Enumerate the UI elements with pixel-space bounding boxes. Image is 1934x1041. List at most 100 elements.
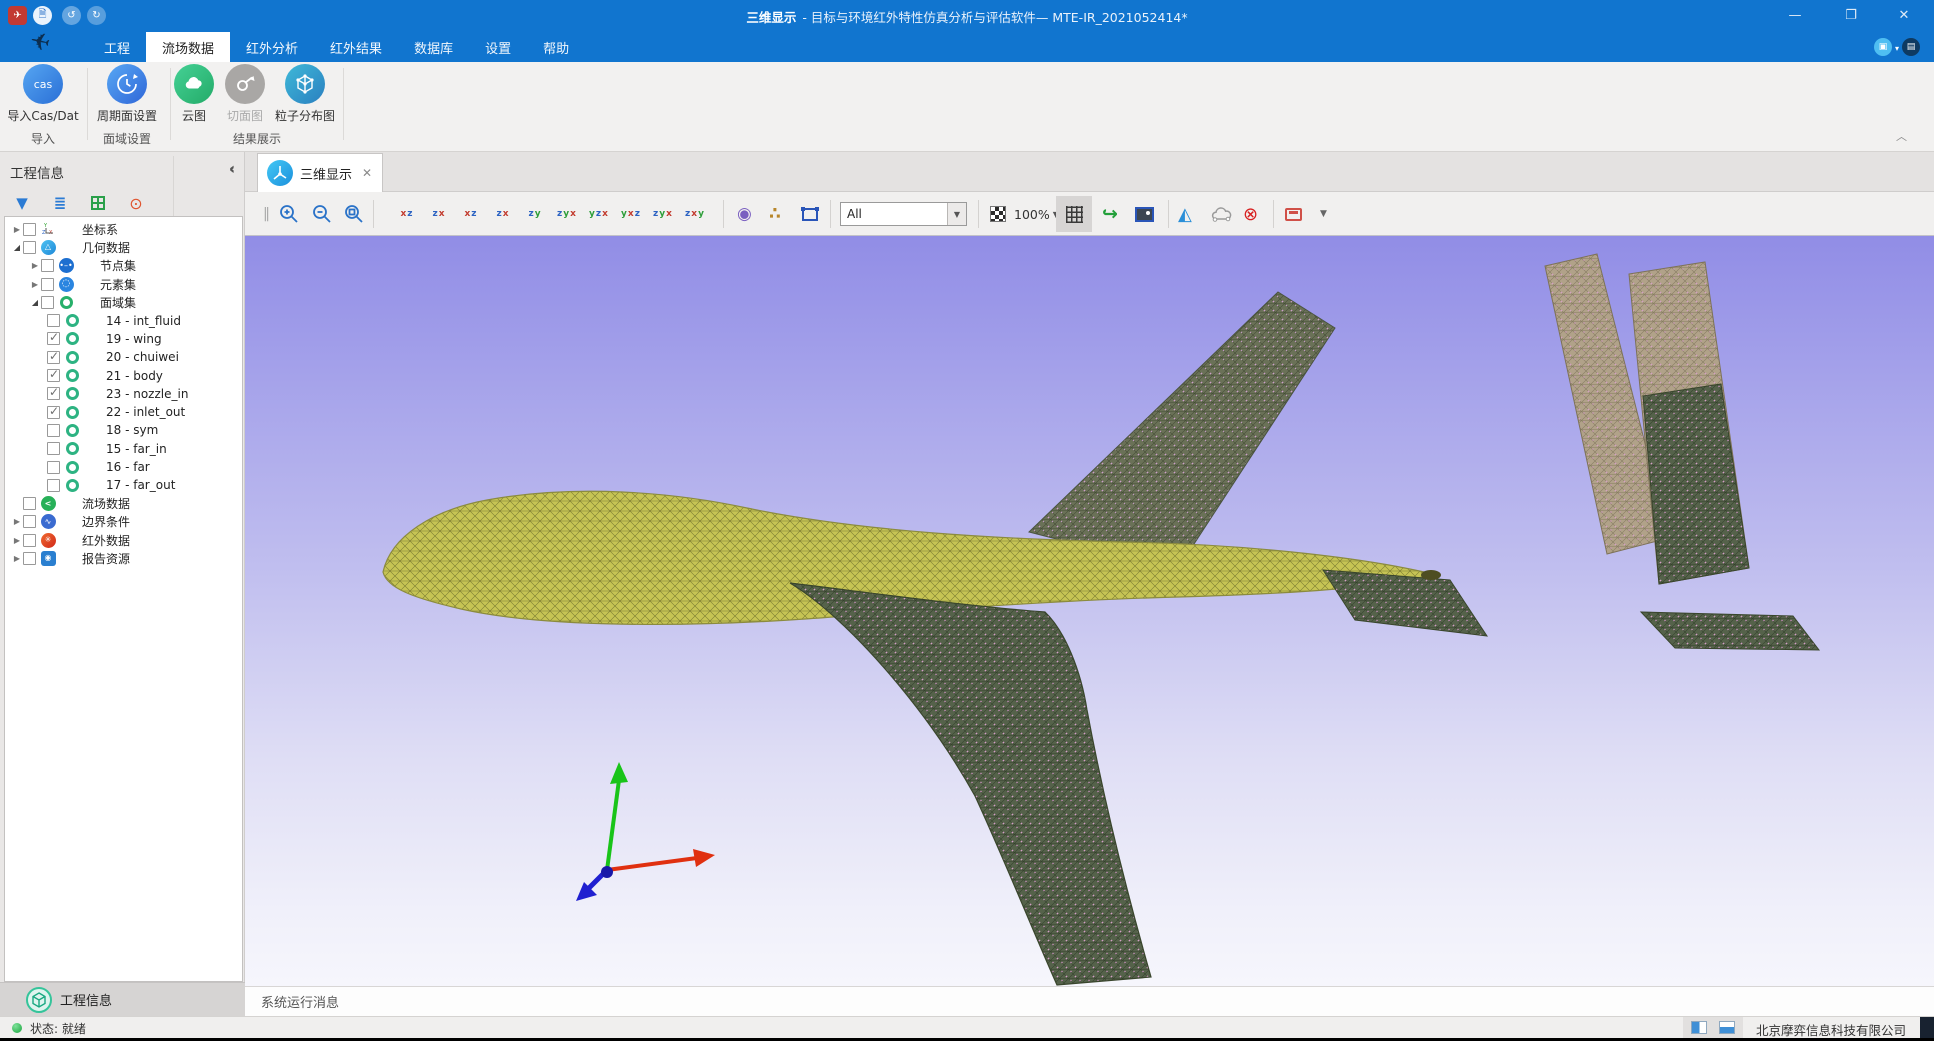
list-view-icon[interactable]: ≣ (48, 192, 72, 214)
box-select-icon[interactable] (802, 200, 818, 228)
particles-icon[interactable]: ∴ (769, 200, 781, 228)
contour-map-button[interactable]: 云图 (168, 64, 220, 124)
expander-icon[interactable]: ▶ (29, 280, 41, 289)
checkbox[interactable] (23, 497, 36, 510)
tree-item-geometry-data[interactable]: ◢ △ 几何数据 (5, 238, 242, 256)
toolbar-drag-handle[interactable]: ‖ (263, 200, 270, 228)
tree-item-far[interactable]: 16 - far (5, 458, 242, 476)
chevron-down-icon[interactable]: ▾ (1895, 44, 1899, 62)
expander-icon[interactable]: ◢ (29, 298, 41, 307)
filter-icon[interactable]: ▼ (10, 192, 34, 214)
layout-bottom-panel-icon[interactable] (1719, 1021, 1735, 1034)
tree-item-face-set[interactable]: ◢ 面域集 (5, 293, 242, 311)
tree-item-coordinate-system[interactable]: ▶ YZX 坐标系 (5, 220, 242, 238)
export-arrow-icon[interactable]: ↪ (1102, 200, 1118, 228)
tree-item-far-out[interactable]: 17 - far_out (5, 476, 242, 494)
tab-scroll-left-icon[interactable]: ‹ (222, 158, 242, 182)
mesh-toggle-button[interactable] (1056, 196, 1092, 232)
zoom-out-icon[interactable] (311, 200, 333, 228)
tree-item-flowfield-data[interactable]: < 流场数据 (5, 494, 242, 512)
menu-tab-engineering[interactable]: 工程 (88, 32, 146, 62)
checkbox[interactable] (47, 387, 60, 400)
expander-icon[interactable]: ▶ (11, 225, 23, 234)
checkbox[interactable] (47, 424, 60, 437)
mirror-icon[interactable]: ◭ (1178, 200, 1192, 228)
checkbox[interactable] (47, 332, 60, 345)
checkbox[interactable] (47, 369, 60, 382)
checkbox[interactable] (47, 442, 60, 455)
panel-footer-tab[interactable]: 工程信息 (0, 982, 245, 1016)
view-front-button[interactable]: xz (392, 200, 422, 228)
view-iso-3-button[interactable]: zyx (648, 200, 678, 228)
tree-item-chuiwei[interactable]: 20 - chuiwei (5, 348, 242, 366)
view-top-button[interactable]: zy (520, 200, 550, 228)
checkbox[interactable] (23, 223, 36, 236)
view-back-button[interactable]: zx (424, 200, 454, 228)
checkbox[interactable] (41, 278, 54, 291)
checkbox[interactable] (23, 515, 36, 528)
menu-tab-infrared-results[interactable]: 红外结果 (314, 32, 398, 62)
tree-item-far-in[interactable]: 15 - far_in (5, 440, 242, 458)
combobox-dropdown-icon[interactable]: ▼ (947, 203, 966, 225)
close-button[interactable]: ✕ (1882, 0, 1926, 30)
checkbox[interactable] (41, 296, 54, 309)
3d-viewport[interactable] (245, 236, 1934, 986)
expander-icon[interactable]: ▶ (11, 536, 23, 545)
import-cas-dat-button[interactable]: cas 导入Cas/Dat (0, 64, 86, 124)
view-bottom-button[interactable]: zyx (552, 200, 582, 228)
expander-icon[interactable]: ▶ (11, 554, 23, 563)
expander-icon[interactable]: ▶ (29, 261, 41, 270)
layout-left-panel-icon[interactable] (1691, 1021, 1707, 1034)
tab-3d-display[interactable]: 三维显示 ✕ (257, 153, 383, 192)
opacity-level-dropdown[interactable]: 100% ▼ (1014, 200, 1059, 228)
menu-tab-settings[interactable]: 设置 (469, 32, 527, 62)
snapshot-icon[interactable] (1135, 200, 1154, 228)
export-package-icon[interactable] (1285, 200, 1302, 228)
tree-item-wing[interactable]: 19 - wing (5, 330, 242, 348)
display-filter-combobox[interactable]: All ▼ (840, 202, 967, 226)
view-iso-4-button[interactable]: zxy (680, 200, 710, 228)
smooth-surface-icon[interactable] (1210, 200, 1234, 228)
checkbox[interactable] (47, 314, 60, 327)
tree-item-sym[interactable]: 18 - sym (5, 421, 242, 439)
expander-icon[interactable]: ▶ (11, 517, 23, 526)
ribbon-collapse-icon[interactable]: ︿ (1896, 128, 1907, 144)
menu-tab-help[interactable]: 帮助 (527, 32, 585, 62)
tab-close-icon[interactable]: ✕ (362, 166, 372, 180)
view-iso-2-button[interactable]: yxz (616, 200, 646, 228)
menu-tab-flowfield-data[interactable]: 流场数据 (146, 32, 230, 62)
tree-item-node-set[interactable]: ▶ •–• 节点集 (5, 257, 242, 275)
checkbox[interactable] (41, 259, 54, 272)
view-iso-1-button[interactable]: yzx (584, 200, 614, 228)
expander-icon[interactable]: ◢ (11, 243, 23, 252)
checkbox[interactable] (47, 479, 60, 492)
checkbox[interactable] (47, 461, 60, 474)
particle-distribution-button[interactable]: 粒子分布图 (262, 64, 348, 124)
tree-item-boundary-conditions[interactable]: ▶ ∿ 边界条件 (5, 513, 242, 531)
checkbox[interactable] (23, 241, 36, 254)
maximize-button[interactable]: ❐ (1829, 0, 1873, 30)
delete-icon[interactable]: ⊗ (1243, 200, 1258, 228)
checkbox[interactable] (23, 552, 36, 565)
chevron-down-icon[interactable]: ▼ (1320, 200, 1327, 228)
checkbox[interactable] (23, 534, 36, 547)
menu-tab-infrared-analysis[interactable]: 红外分析 (230, 32, 314, 62)
checkbox[interactable] (47, 406, 60, 419)
quick-view-icon[interactable]: ▣ (1874, 38, 1892, 56)
tree-item-report-resources[interactable]: ▶ ◉ 报告资源 (5, 549, 242, 567)
view-right-button[interactable]: zx (488, 200, 518, 228)
tree-item-element-set[interactable]: ▶ ◌ 元素集 (5, 275, 242, 293)
tree-item-inlet-out[interactable]: 22 - inlet_out (5, 403, 242, 421)
tree-item-body[interactable]: 21 - body (5, 366, 242, 384)
tree-item-nozzle-in[interactable]: 23 - nozzle_in (5, 385, 242, 403)
view-left-button[interactable]: xz (456, 200, 486, 228)
transparency-pattern-icon[interactable] (990, 200, 1006, 228)
zoom-in-icon[interactable] (278, 200, 300, 228)
zoom-fit-icon[interactable] (343, 200, 365, 228)
checkbox[interactable] (47, 351, 60, 364)
periodic-surface-button[interactable]: 周期面设置 (84, 64, 170, 124)
grid-view-icon[interactable] (86, 192, 110, 214)
target-icon[interactable]: ⊙ (124, 192, 148, 214)
minimize-button[interactable]: — (1773, 0, 1817, 30)
tree-item-infrared-data[interactable]: ▶ ✳ 红外数据 (5, 531, 242, 549)
